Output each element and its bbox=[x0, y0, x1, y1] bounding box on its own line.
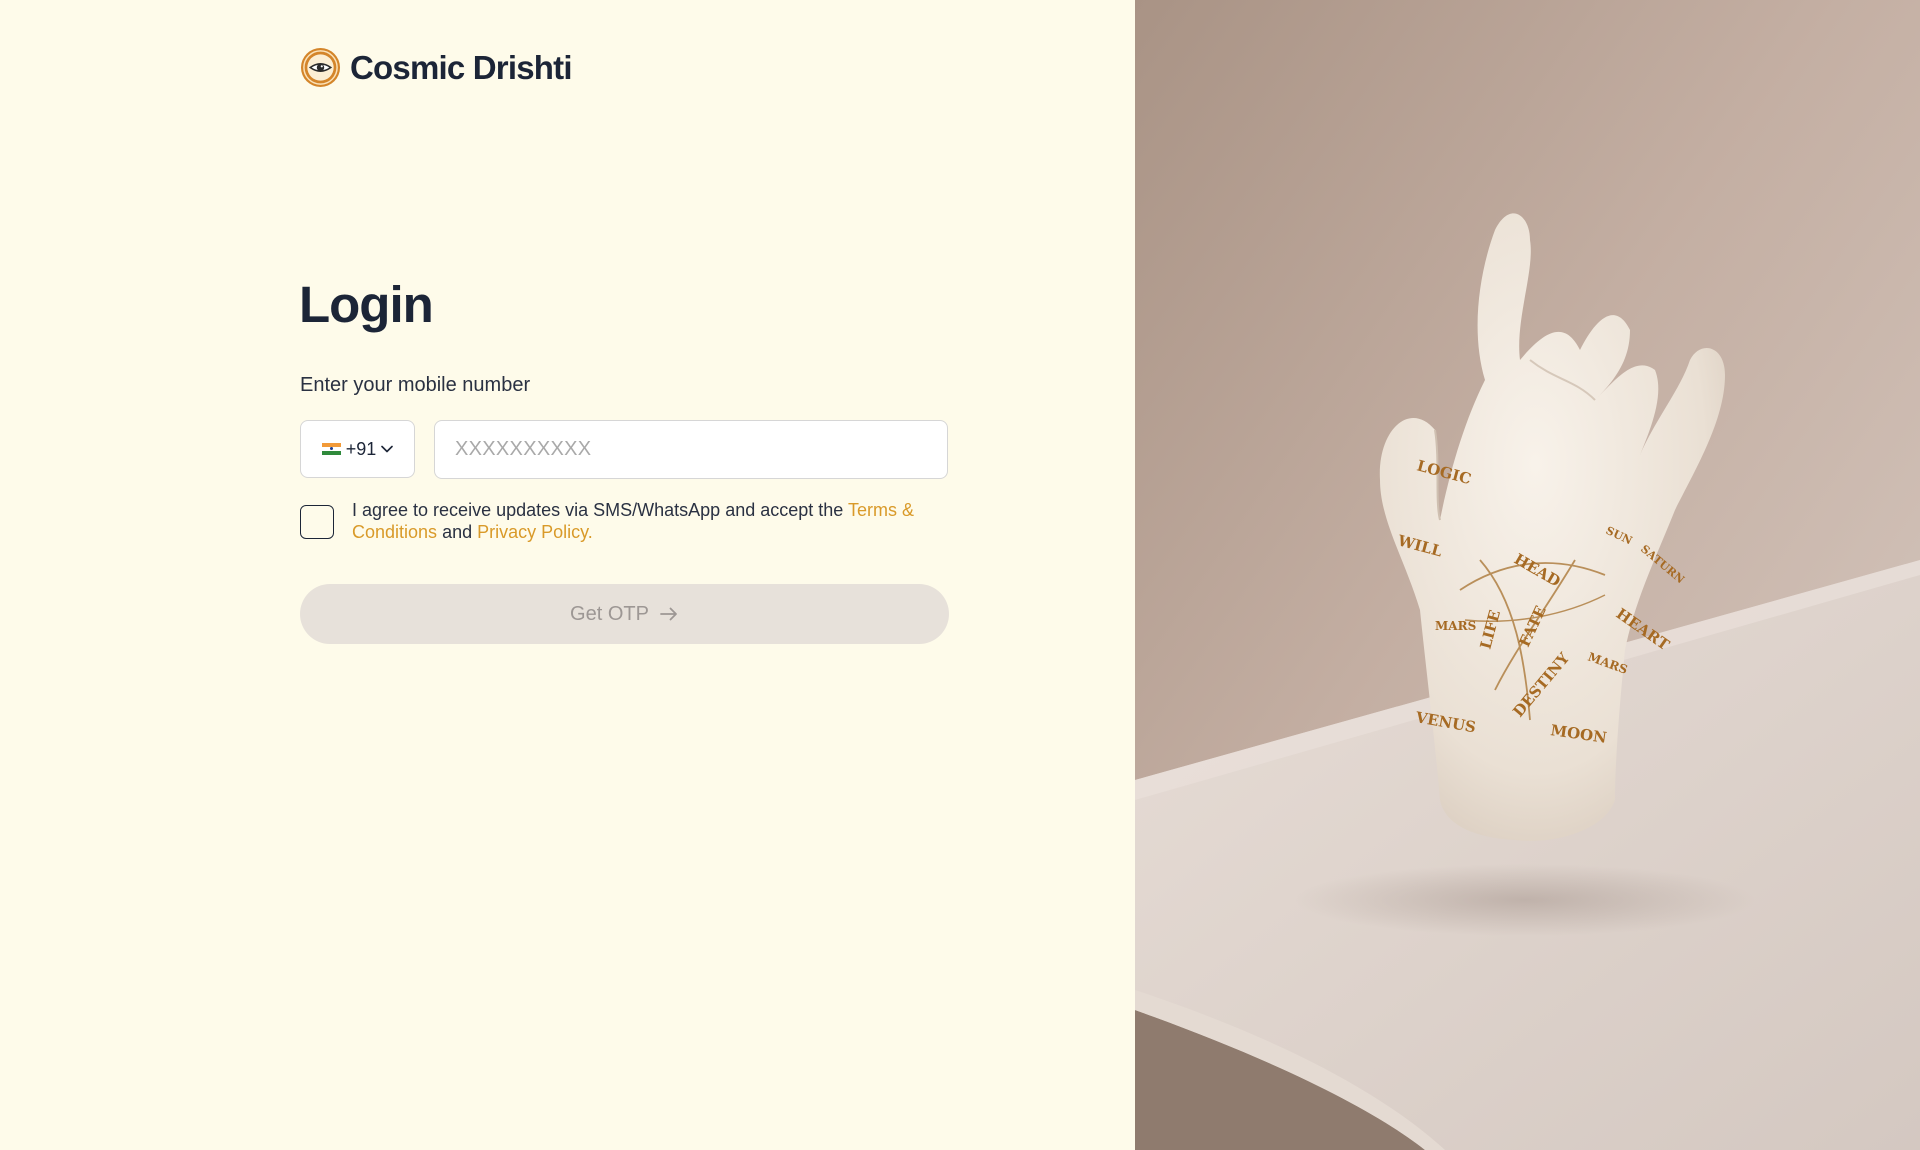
brand-header[interactable]: Cosmic Drishti bbox=[300, 47, 572, 88]
consent-checkbox[interactable] bbox=[300, 505, 334, 539]
get-otp-button[interactable]: Get OTP bbox=[300, 584, 949, 644]
hero-image: LOGIC WILL HEAD HEART LIFE FATE DESTINY … bbox=[1135, 0, 1920, 1150]
mobile-number-input[interactable] bbox=[434, 420, 948, 479]
eye-emblem-icon bbox=[300, 47, 341, 88]
chevron-down-icon bbox=[381, 445, 394, 453]
palm-label-mars-left: MARS bbox=[1435, 619, 1476, 633]
page-title: Login bbox=[299, 276, 434, 333]
consent-text-before: I agree to receive updates via SMS/Whats… bbox=[352, 500, 848, 520]
privacy-policy-link[interactable]: Privacy Policy. bbox=[477, 522, 593, 542]
arrow-right-icon bbox=[660, 607, 677, 621]
brand-name: Cosmic Drishti bbox=[350, 48, 572, 86]
country-code-select[interactable]: +91 bbox=[300, 420, 415, 478]
login-panel: Cosmic Drishti Login Enter your mobile n… bbox=[0, 0, 1135, 1150]
palmistry-hand-photo: LOGIC WILL HEAD HEART LIFE FATE DESTINY … bbox=[1135, 0, 1920, 1150]
country-code-label: +91 bbox=[345, 438, 377, 459]
get-otp-label: Get OTP bbox=[570, 602, 649, 625]
india-flag-icon bbox=[321, 442, 341, 456]
consent-text-middle: and bbox=[437, 522, 478, 542]
phone-field-label: Enter your mobile number bbox=[300, 374, 531, 396]
consent-text: I agree to receive updates via SMS/Whats… bbox=[352, 499, 952, 543]
